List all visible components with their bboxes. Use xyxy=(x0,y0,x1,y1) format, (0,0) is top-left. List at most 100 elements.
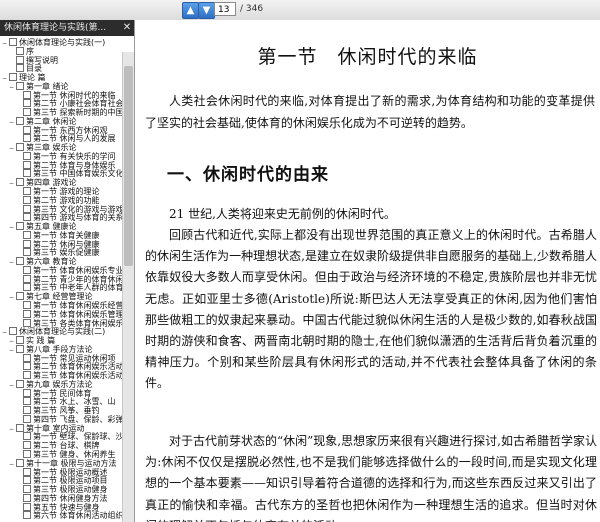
bookmark-item[interactable]: 第一节 体育休闲娱乐专业 xyxy=(0,265,122,275)
expand-toggle-icon[interactable]: − xyxy=(9,224,15,231)
bookmark-item[interactable]: − 休闲体育理论与实践(一) xyxy=(0,38,122,47)
bookmark-page-icon xyxy=(16,116,24,125)
bookmark-item[interactable]: 第二节 游戏的功能 xyxy=(0,195,122,205)
bookmark-item[interactable]: − 第六章 教育论 xyxy=(0,257,122,266)
bookmarks-tab[interactable]: 休闲体育理论与实践(第... xyxy=(0,20,120,36)
bookmark-item[interactable]: − 休闲体育理论与实践(二) xyxy=(0,327,122,336)
bookmark-item[interactable]: 第二节 休闲与人的发展 xyxy=(0,134,122,143)
expand-toggle-icon[interactable]: − xyxy=(9,338,15,345)
bookmark-item[interactable]: 第三节 中国体育娱乐文化 xyxy=(0,169,122,178)
bookmark-item[interactable]: 第一节 休闲时代的来临 xyxy=(0,90,122,99)
expand-toggle-icon[interactable]: − xyxy=(9,461,15,468)
bookmark-item[interactable]: − 第七章 经营管理论 xyxy=(0,292,122,301)
bookmark-item[interactable]: − 第一章 绪论 xyxy=(0,81,122,91)
bookmark-page-icon xyxy=(23,300,31,309)
expand-toggle-icon[interactable]: − xyxy=(2,40,8,47)
bookmark-item[interactable]: − 第九章 娱乐方法论 xyxy=(0,379,122,389)
bookmark-item[interactable]: 第四节 游戏与体育的关系 xyxy=(0,213,122,222)
bookmark-item[interactable]: 第三节 中老年人群的体育 xyxy=(0,283,122,292)
page-total-label: / 346 xyxy=(240,4,264,14)
bookmark-item[interactable]: 目录 xyxy=(0,64,122,73)
bookmark-item[interactable]: 第一节 民间体育 xyxy=(0,388,122,397)
next-page-button[interactable]: ▼ xyxy=(198,2,215,19)
bookmark-label: 第二章 休闲论 xyxy=(26,116,77,126)
bookmark-item[interactable]: 第一节 体育休闲娱乐经营 xyxy=(0,300,122,310)
bookmark-item[interactable]: 第二节 体育休闲娱乐管理 xyxy=(0,309,122,319)
expand-toggle-icon[interactable]: − xyxy=(2,75,8,82)
sidebar-scrollbar[interactable] xyxy=(122,52,134,522)
close-icon[interactable]: ✕ xyxy=(120,20,134,36)
expand-toggle-icon[interactable]: − xyxy=(9,347,15,354)
bookmark-label: 第五节 快速与健身 xyxy=(33,502,100,512)
bookmark-page-icon xyxy=(23,230,31,239)
expand-toggle-icon[interactable]: − xyxy=(9,259,15,266)
bookmark-page-icon xyxy=(23,195,31,204)
bookmark-item[interactable]: 第一节 东西方休闲观 xyxy=(0,125,122,134)
bookmark-page-icon xyxy=(23,511,31,520)
expand-toggle-icon[interactable]: − xyxy=(9,180,15,187)
bookmark-item[interactable]: 第二节 体育休闲娱乐活动 xyxy=(0,362,122,371)
bookmark-item[interactable]: 第一节 常见运动休闲项 xyxy=(0,353,122,362)
bookmark-item[interactable]: 第六节 体育休闲活动组织 xyxy=(0,511,122,520)
bookmark-page-icon xyxy=(16,458,24,467)
bookmark-label: 第一节 极限运动概述 xyxy=(33,467,108,477)
bookmark-label: 撰写说明 xyxy=(26,55,58,65)
bookmark-item[interactable]: − 第十一章 极限与运动方法 xyxy=(0,458,122,468)
bookmark-item[interactable]: − 第二章 休闲论 xyxy=(0,116,122,126)
previous-page-button[interactable]: ▲ xyxy=(182,2,199,19)
expand-toggle-icon[interactable]: − xyxy=(9,426,15,433)
bookmark-item[interactable]: 第二节 体育与身体娱乐 xyxy=(0,160,122,169)
bookmark-item[interactable]: 第三节 极限运动健身 xyxy=(0,485,122,494)
page-number-input[interactable]: 13 xyxy=(214,2,236,16)
expand-toggle-icon[interactable]: − xyxy=(9,382,15,389)
bookmark-item[interactable]: − 第十章 室内运动 xyxy=(0,423,122,433)
expand-toggle-icon[interactable]: − xyxy=(9,294,15,301)
bookmark-page-icon xyxy=(16,81,24,90)
bookmark-item[interactable]: − 第四章 游戏论 xyxy=(0,178,122,187)
bookmark-page-icon xyxy=(23,239,31,248)
bookmark-item[interactable]: 撰写说明 xyxy=(0,55,122,65)
bookmark-item[interactable]: 第三节 体育休闲娱乐活动 xyxy=(0,371,122,380)
bookmark-label: 第三节 探索新时期的中国 xyxy=(33,108,122,117)
bookmark-label: 第二节 游戏的功能 xyxy=(33,195,100,205)
bookmark-item[interactable]: 第五节 快速与健身 xyxy=(0,502,122,512)
bookmark-item[interactable]: 第一节 有关快乐的学问 xyxy=(0,151,122,161)
bookmark-item[interactable]: 第三节 各类体育休闲娱乐 xyxy=(0,318,122,327)
bookmark-label: 第二节 极限运动项目 xyxy=(33,476,108,486)
bookmark-item[interactable]: 第三节 探索新时期的中国 xyxy=(0,108,122,117)
expand-toggle-icon[interactable]: − xyxy=(9,145,15,152)
bookmark-item[interactable]: 第三节 文化的游戏与游戏 xyxy=(0,204,122,213)
bookmark-item[interactable]: 第二节 青少年的体育休闲 xyxy=(0,274,122,283)
bookmark-page-icon xyxy=(23,388,31,397)
bookmark-label: 第四节 休闲健身方法 xyxy=(33,493,108,503)
bookmark-item[interactable]: 第一节 游戏的理论 xyxy=(0,187,122,196)
expand-toggle-icon[interactable]: − xyxy=(2,329,8,336)
bookmark-item[interactable]: 第二节 小康社会体育社会 xyxy=(0,99,122,108)
bookmark-item[interactable]: 第四节 飞盘、保龄、彩弹 xyxy=(0,414,122,424)
bookmark-page-icon xyxy=(9,38,17,46)
body-paragraph: 对于古代前芽状态的“休闲”现象,思想家历来很有兴趣进行探讨,如古希腊哲学家认为:… xyxy=(145,434,597,522)
expand-toggle-icon[interactable]: − xyxy=(9,119,15,126)
bookmark-item[interactable]: − 第五章 健康论 xyxy=(0,222,122,231)
bookmark-item[interactable]: 第三节 健身、休闲养生 xyxy=(0,449,122,459)
bookmark-item[interactable]: 第三节 娱乐促健康 xyxy=(0,248,122,257)
bookmark-item[interactable]: − 第八章 手段方法论 xyxy=(0,344,122,354)
bookmark-item[interactable]: 第一节 壁球、保龄球、沙 xyxy=(0,432,122,441)
expand-toggle-icon[interactable]: − xyxy=(9,84,15,91)
document-page: 第一节 休闲时代的来临 人类社会休闲时代的来临,对体育提出了新的需求,为体育结构… xyxy=(135,20,600,522)
bookmark-item[interactable]: 序 xyxy=(0,46,122,56)
bookmark-item[interactable]: 第一节 极限运动概述 xyxy=(0,467,122,477)
bookmark-item[interactable]: − 第三章 娱乐论 xyxy=(0,143,122,152)
bookmark-item[interactable]: 第二节 台球、棋牌 xyxy=(0,441,122,450)
bookmark-item[interactable]: 第二节 极限运动项目 xyxy=(0,476,122,485)
bookmark-item[interactable]: 第二节 水上、冰雪、山 xyxy=(0,397,122,406)
bookmark-item[interactable]: 第四节 休闲健身方法 xyxy=(0,493,122,503)
bookmark-item[interactable]: 第三节 风筝、垂钓 xyxy=(0,406,122,415)
bookmark-label: 第十一章 极限与运动方法 xyxy=(26,458,117,468)
bookmark-item[interactable]: − 理论 篇 xyxy=(0,73,122,82)
bookmark-item[interactable]: − 实 践 篇 xyxy=(0,336,122,345)
bookmark-item[interactable]: 第二节 休闲与健康 xyxy=(0,239,122,248)
bookmark-label: 理论 篇 xyxy=(19,73,46,82)
bookmark-item[interactable]: 第一节 体育关健康 xyxy=(0,230,122,240)
scrollbar-thumb[interactable] xyxy=(124,66,133,266)
